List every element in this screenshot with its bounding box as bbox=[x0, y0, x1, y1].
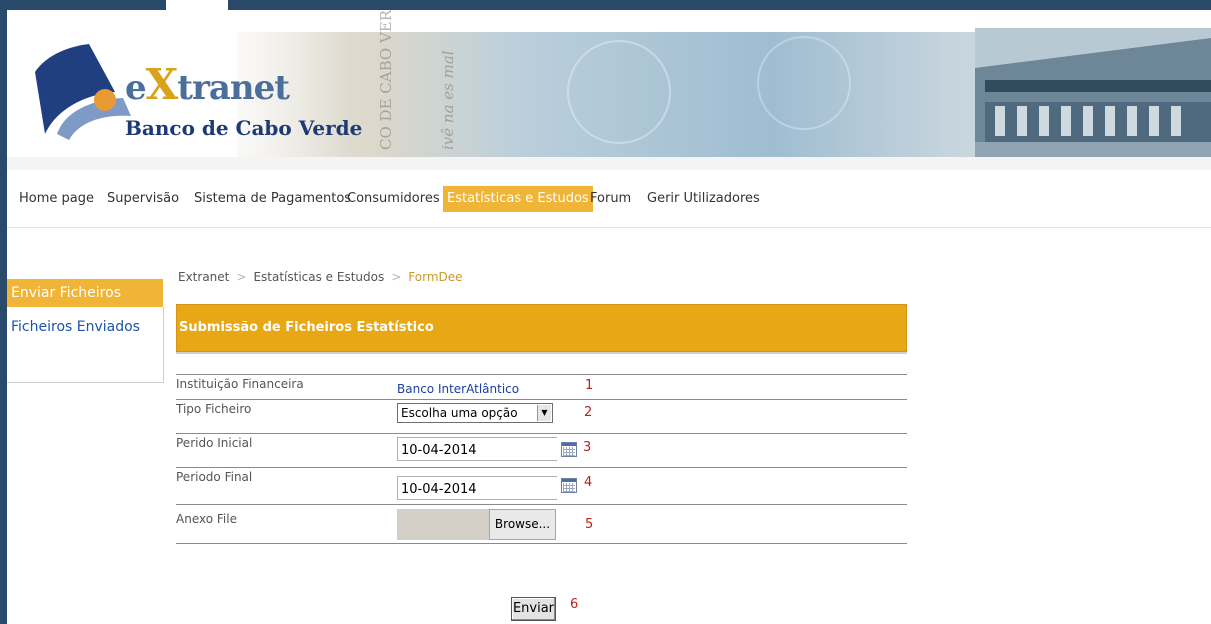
building-illustration-icon bbox=[975, 28, 1211, 158]
main-nav: Home page Supervisão Sistema de Pagament… bbox=[7, 170, 1211, 228]
form-label-instituicao: Instituição Financeira bbox=[176, 377, 304, 391]
brand-x: X bbox=[145, 60, 179, 109]
breadcrumb-separator: > bbox=[391, 270, 402, 284]
form-title: Submissão de Ficheiros Estatístico bbox=[176, 304, 907, 352]
brand-prefix: e bbox=[125, 68, 147, 108]
nav-item-consumidores[interactable]: Consumidores bbox=[342, 186, 445, 212]
marker-4: 4 bbox=[584, 475, 593, 490]
chevron-down-icon[interactable]: ▼ bbox=[537, 405, 551, 421]
form-row-instituicao: Instituição Financeira bbox=[176, 374, 907, 400]
banner-seal-decoration bbox=[567, 40, 671, 144]
tipo-ficheiro-selected: Escolha uma opção bbox=[401, 406, 518, 420]
nav-item-sistema-pagamentos[interactable]: Sistema de Pagamentos bbox=[189, 186, 356, 212]
tipo-ficheiro-select[interactable]: Escolha uma opção ▼ bbox=[397, 403, 553, 423]
form-label-anexo-file: Anexo File bbox=[176, 512, 237, 526]
enviar-button[interactable]: Enviar bbox=[511, 597, 556, 621]
brand-suffix: tranet bbox=[177, 68, 290, 108]
banner-watermark-text-2: ivê na es mal bbox=[439, 50, 457, 150]
extranet-logo-icon bbox=[35, 44, 131, 140]
marker-5: 5 bbox=[585, 517, 594, 532]
form-label-perido-inicial: Perido Inicial bbox=[176, 436, 253, 450]
marker-2: 2 bbox=[584, 405, 593, 420]
calendar-icon[interactable] bbox=[561, 478, 577, 493]
file-path-field[interactable] bbox=[397, 509, 489, 540]
brand-title: eXtranet bbox=[125, 60, 290, 109]
breadcrumb-item-estatisticas[interactable]: Estatísticas e Estudos bbox=[253, 270, 384, 284]
marker-1: 1 bbox=[585, 378, 594, 393]
breadcrumb-item-extranet[interactable]: Extranet bbox=[178, 270, 229, 284]
nav-item-estatisticas[interactable]: Estatísticas e Estudos bbox=[443, 186, 593, 212]
form-label-periodo-final: Periodo Final bbox=[176, 470, 253, 484]
banner-seal-decoration-2 bbox=[757, 36, 851, 130]
marker-3: 3 bbox=[583, 440, 592, 455]
banner-bottom-strip bbox=[7, 157, 1211, 170]
institution-value: Banco InterAtlântico bbox=[397, 382, 520, 396]
header-banner: CO DE CABO VER ivê na es mal eXtranet Ba… bbox=[7, 10, 1211, 170]
periodo-final-input[interactable]: 10-04-2014 bbox=[397, 476, 557, 500]
nav-item-gerir-utilizadores[interactable]: Gerir Utilizadores bbox=[642, 186, 765, 212]
breadcrumb-current: FormDee bbox=[408, 270, 463, 284]
nav-item-forum[interactable]: Forum bbox=[585, 186, 636, 212]
banner-watermark-text: CO DE CABO VER bbox=[377, 10, 395, 150]
sidebar-item-enviar-ficheiros[interactable]: Enviar Ficheiros bbox=[7, 279, 163, 307]
nav-item-home[interactable]: Home page bbox=[14, 186, 99, 212]
browse-button[interactable]: Browse... bbox=[489, 509, 556, 540]
breadcrumb: Extranet > Estatísticas e Estudos > FormDee bbox=[178, 270, 463, 284]
breadcrumb-separator: > bbox=[236, 270, 247, 284]
marker-6: 6 bbox=[570, 597, 579, 612]
calendar-icon[interactable] bbox=[561, 442, 577, 457]
nav-item-supervisao[interactable]: Supervisão bbox=[102, 186, 184, 212]
sidebar-item-ficheiros-enviados[interactable]: Ficheiros Enviados bbox=[7, 313, 163, 341]
brand-subtitle: Banco de Cabo Verde bbox=[125, 116, 363, 140]
form-title-shadow bbox=[176, 352, 907, 354]
form-label-tipo-ficheiro: Tipo Ficheiro bbox=[176, 402, 252, 416]
perido-inicial-input[interactable]: 10-04-2014 bbox=[397, 437, 557, 461]
